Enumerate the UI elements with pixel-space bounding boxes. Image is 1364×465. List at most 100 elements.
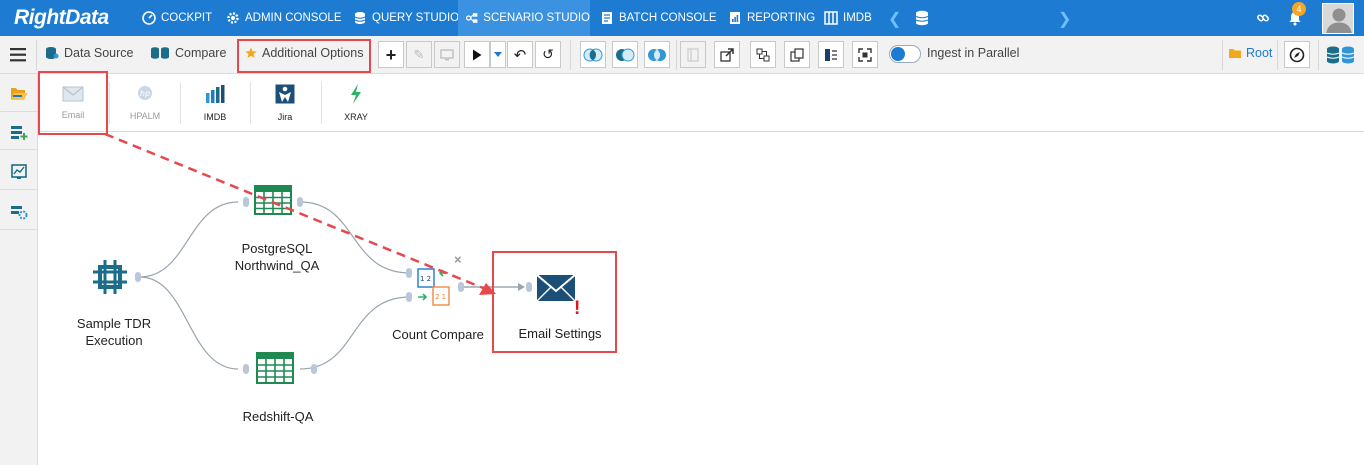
nav-admin-console-label: ADMIN CONSOLE bbox=[245, 12, 342, 24]
scenario-flow-icon bbox=[466, 13, 478, 23]
option-xray[interactable]: XRAY bbox=[321, 74, 391, 132]
settings-list-icon bbox=[10, 205, 27, 219]
venn-left-icon bbox=[616, 48, 635, 61]
node-sample-tdr[interactable]: Sample TDR Execution bbox=[76, 315, 152, 349]
rail-open-folder-button[interactable] bbox=[0, 76, 37, 112]
option-email[interactable]: Email bbox=[38, 74, 108, 132]
app-logo[interactable]: RightData bbox=[14, 6, 109, 30]
node-postgresql[interactable]: PostgreSQL Northwind_QA bbox=[218, 240, 336, 274]
option-hpalm[interactable]: hp HPALM bbox=[110, 74, 180, 132]
rail-add-item-button[interactable] bbox=[0, 114, 37, 150]
nav-reporting-label: REPORTING bbox=[747, 12, 816, 24]
nav-cockpit[interactable]: COCKPIT bbox=[142, 0, 212, 36]
folder-icon bbox=[1229, 49, 1241, 58]
option-imdb[interactable]: IMDB bbox=[180, 74, 250, 132]
email-input-port[interactable] bbox=[526, 282, 532, 292]
align-icon bbox=[825, 48, 837, 61]
inner-join-button[interactable] bbox=[580, 41, 606, 68]
export-button[interactable] bbox=[714, 41, 740, 68]
link-icon[interactable] bbox=[1256, 11, 1270, 25]
pencil-icon: ✎ bbox=[413, 46, 425, 62]
caret-down-icon bbox=[494, 51, 502, 57]
ingest-parallel-toggle[interactable] bbox=[889, 45, 921, 63]
split-button[interactable] bbox=[680, 41, 706, 68]
svg-text:hp: hp bbox=[140, 89, 150, 98]
databases-icon[interactable] bbox=[1326, 45, 1356, 65]
option-hpalm-label: HPALM bbox=[129, 111, 161, 121]
left-tool-rail bbox=[0, 74, 38, 465]
app-root: RightData COCKPIT ADMIN CONSOLE QUERY ST… bbox=[0, 0, 1364, 465]
run-button[interactable] bbox=[464, 41, 490, 68]
toolbar-divider bbox=[1318, 40, 1319, 70]
compare-input-port-top[interactable] bbox=[406, 268, 412, 278]
rail-chart-button[interactable] bbox=[0, 154, 37, 190]
toolbar-divider bbox=[1277, 40, 1278, 70]
compare-input-port-bottom[interactable] bbox=[406, 292, 412, 302]
outer-join-button[interactable] bbox=[644, 41, 670, 68]
rail-settings-button[interactable] bbox=[0, 194, 37, 230]
layout-button[interactable] bbox=[750, 41, 776, 68]
copy-button[interactable] bbox=[784, 41, 810, 68]
toolbar-divider bbox=[36, 40, 37, 70]
cockpit-icon bbox=[142, 11, 156, 25]
svg-text:2 1: 2 1 bbox=[435, 293, 446, 301]
postgres-line-1: PostgreSQL bbox=[241, 241, 313, 256]
database-stack-icon[interactable] bbox=[914, 10, 930, 26]
history-button[interactable]: ↺ bbox=[535, 41, 561, 68]
remove-node-icon[interactable]: × bbox=[454, 252, 462, 267]
layout-icon bbox=[756, 48, 770, 61]
left-join-button[interactable] bbox=[612, 41, 638, 68]
data-source-button[interactable]: Data Source bbox=[45, 46, 133, 60]
history-icon: ↺ bbox=[542, 46, 554, 62]
undo-button[interactable]: ↶ bbox=[507, 41, 533, 68]
connector-sample-to-redshift bbox=[139, 276, 239, 370]
align-button[interactable] bbox=[818, 41, 844, 68]
root-folder-label: Root bbox=[1246, 46, 1273, 60]
count-compare-icon[interactable]: 1 2 2 1 bbox=[416, 267, 452, 307]
redshift-output-port[interactable] bbox=[311, 364, 317, 374]
nav-imdb[interactable]: IMDB bbox=[824, 0, 872, 36]
tdr-execution-icon[interactable] bbox=[92, 259, 128, 295]
monitor-button[interactable] bbox=[434, 41, 460, 68]
nav-query-studio[interactable]: QUERY STUDIO bbox=[353, 0, 459, 36]
run-options-dropdown[interactable] bbox=[490, 41, 506, 68]
sample-output-port[interactable] bbox=[135, 272, 141, 282]
nav-admin-console[interactable]: ADMIN CONSOLE bbox=[226, 0, 342, 36]
nav-scroll-right-icon[interactable]: ❯ bbox=[1058, 9, 1071, 29]
ingest-parallel-label: Ingest in Parallel bbox=[927, 46, 1020, 60]
additional-options-button[interactable]: Additional Options bbox=[245, 46, 363, 60]
option-jira[interactable]: Jira bbox=[250, 74, 320, 132]
scenario-toolbar: Data Source Compare Additional Options +… bbox=[0, 36, 1364, 74]
nav-batch-console[interactable]: BATCH CONSOLE bbox=[600, 0, 717, 36]
user-avatar[interactable] bbox=[1322, 3, 1354, 34]
notification-count-badge: 4 bbox=[1292, 2, 1306, 16]
hamburger-menu-icon[interactable] bbox=[10, 48, 26, 62]
add-button[interactable]: + bbox=[378, 41, 404, 68]
nav-scroll-left-icon[interactable]: ❮ bbox=[888, 9, 901, 29]
additional-options-panel: Email hp HPALM IMDB Jira XRAY bbox=[38, 74, 1364, 132]
compass-button[interactable] bbox=[1284, 41, 1310, 68]
top-navigation-bar: RightData COCKPIT ADMIN CONSOLE QUERY ST… bbox=[0, 0, 1364, 36]
gear-icon bbox=[227, 12, 239, 24]
postgres-output-port[interactable] bbox=[297, 197, 303, 207]
compare-button[interactable]: Compare bbox=[150, 46, 226, 60]
envelope-icon[interactable] bbox=[536, 274, 576, 302]
postgres-input-port[interactable] bbox=[243, 197, 249, 207]
chart-board-icon bbox=[10, 163, 27, 179]
compare-output-port[interactable] bbox=[458, 282, 464, 292]
plus-icon: + bbox=[385, 44, 397, 65]
svg-text:1 2: 1 2 bbox=[420, 275, 431, 283]
redshift-input-port[interactable] bbox=[243, 364, 249, 374]
fit-screen-button[interactable] bbox=[852, 41, 878, 68]
table-grid-icon[interactable] bbox=[256, 352, 294, 384]
node-count-compare[interactable]: Count Compare bbox=[386, 326, 490, 343]
table-grid-icon[interactable] bbox=[254, 185, 292, 215]
root-folder-button[interactable]: Root bbox=[1229, 46, 1272, 60]
scenario-canvas[interactable]: Sample TDR Execution PostgreSQL Northwin… bbox=[38, 132, 1364, 465]
node-redshift-qa[interactable]: Redshift-QA bbox=[228, 408, 328, 425]
node-email-settings[interactable]: Email Settings bbox=[508, 325, 612, 342]
warning-exclamation-icon: ! bbox=[574, 298, 581, 319]
nav-reporting[interactable]: REPORTING bbox=[728, 0, 815, 36]
edit-button[interactable]: ✎ bbox=[406, 41, 432, 68]
nav-scenario-studio[interactable]: SCENARIO STUDIO bbox=[458, 0, 590, 36]
